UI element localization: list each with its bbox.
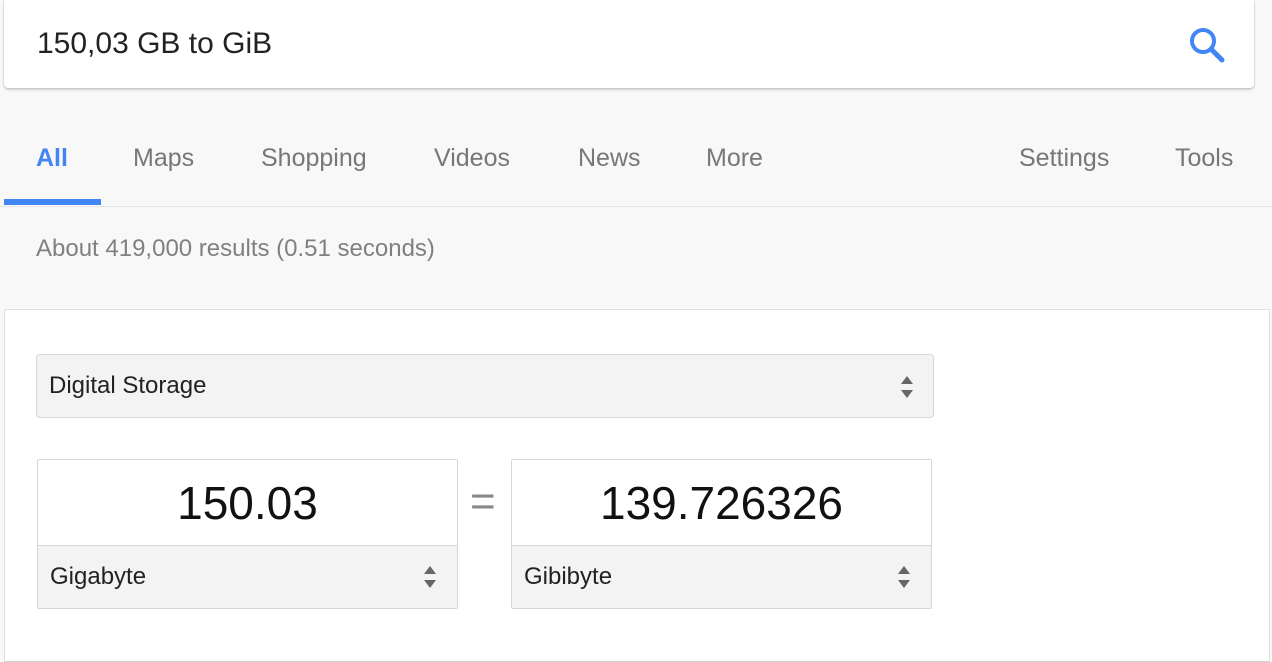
search-icon[interactable] — [1187, 25, 1227, 65]
updown-arrows-icon — [896, 564, 912, 590]
updown-arrows-icon — [422, 564, 438, 590]
from-value-input[interactable]: 150.03 — [38, 460, 457, 546]
unit-converter-card: Digital Storage 150.03 Gigabyte = 139.72… — [4, 309, 1270, 662]
search-tabs: All Maps Shopping Videos News More Setti… — [0, 112, 1272, 207]
to-converter-box: 139.726326 Gibibyte — [511, 459, 932, 609]
tab-settings[interactable]: Settings — [1019, 142, 1109, 174]
active-tab-indicator — [4, 199, 101, 205]
updown-arrows-icon — [899, 374, 915, 400]
search-bar[interactable]: 150,03 GB to GiB — [4, 0, 1254, 88]
from-unit-select[interactable]: Gigabyte — [38, 546, 457, 608]
to-unit-select[interactable]: Gibibyte — [512, 546, 931, 608]
search-input[interactable]: 150,03 GB to GiB — [37, 24, 272, 64]
tab-more[interactable]: More — [706, 142, 763, 174]
tab-tools[interactable]: Tools — [1175, 142, 1233, 174]
tab-news[interactable]: News — [578, 142, 641, 174]
category-select-label: Digital Storage — [49, 372, 207, 399]
equals-sign: = — [470, 477, 496, 526]
from-unit-label: Gigabyte — [50, 563, 147, 590]
to-value-input[interactable]: 139.726326 — [512, 460, 931, 546]
tab-shopping[interactable]: Shopping — [261, 142, 367, 174]
from-converter-box: 150.03 Gigabyte — [37, 459, 458, 609]
tab-videos[interactable]: Videos — [434, 142, 510, 174]
to-unit-label: Gibibyte — [524, 563, 613, 590]
tab-maps[interactable]: Maps — [133, 142, 194, 174]
tab-all[interactable]: All — [36, 142, 68, 174]
result-stats: About 419,000 results (0.51 seconds) — [36, 235, 435, 262]
category-select[interactable]: Digital Storage — [36, 354, 934, 418]
